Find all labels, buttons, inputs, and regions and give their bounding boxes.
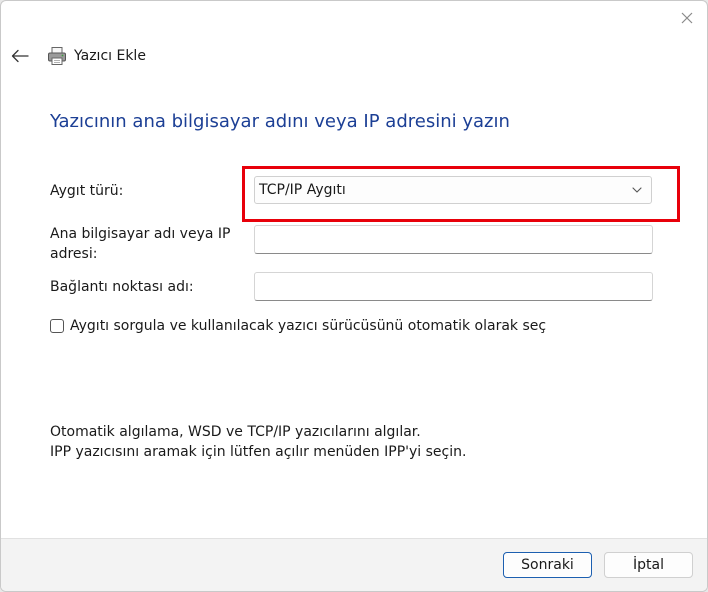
info-text-ipp: IPP yazıcısını aramak için lütfen açılır… [50,444,467,460]
hostname-label: Ana bilgisayar adı veya IP adresi: [50,226,231,262]
add-printer-dialog: Yazıcı Ekle Yazıcının ana bilgisayar adı… [0,0,708,592]
close-icon [681,12,693,24]
info-text-detection: Otomatik algılama, WSD ve TCP/IP yazıcıl… [50,424,421,440]
auto-select-driver-checkbox[interactable] [50,319,64,333]
arrow-left-icon [11,49,29,63]
close-button[interactable] [675,7,699,29]
port-name-label: Bağlantı noktası adı: [50,279,194,295]
back-button[interactable] [9,45,31,67]
auto-select-driver-label[interactable]: Aygıtı sorgula ve kullanılacak yazıcı sü… [70,318,546,334]
window-title: Yazıcı Ekle [74,48,146,64]
auto-select-driver-row[interactable]: Aygıtı sorgula ve kullanılacak yazıcı sü… [50,318,546,334]
port-name-input[interactable] [254,272,653,301]
next-button[interactable]: Sonraki [503,552,592,578]
page-heading: Yazıcının ana bilgisayar adını veya IP a… [50,111,510,132]
cancel-button[interactable]: İptal [604,552,693,578]
chevron-down-icon [632,187,642,193]
device-type-label: Aygıt türü: [50,183,124,199]
hostname-input[interactable] [254,225,653,254]
device-type-select[interactable]: TCP/IP Aygıtı [254,176,652,204]
dialog-footer: Sonraki İptal [1,538,707,591]
device-type-value: TCP/IP Aygıtı [259,182,346,198]
printer-icon [48,47,66,65]
